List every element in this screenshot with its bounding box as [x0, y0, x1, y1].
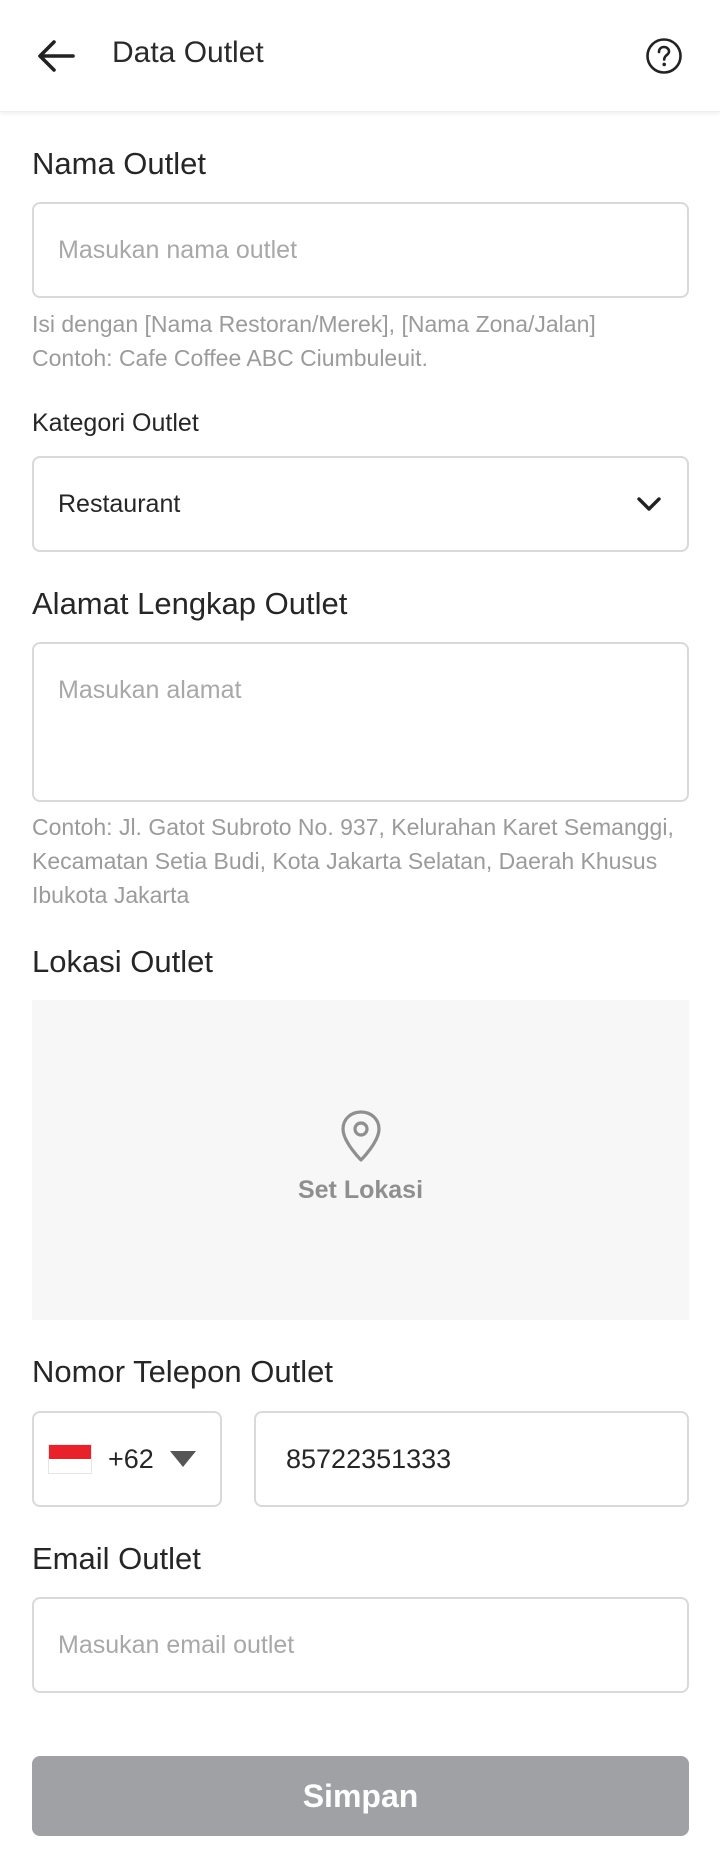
phone-field — [254, 1411, 689, 1507]
indonesia-flag-icon — [48, 1444, 92, 1474]
help-circle-icon — [646, 38, 682, 74]
nama-outlet-hint-line1: Isi dengan [Nama Restoran/Merek], [Nama … — [32, 311, 596, 337]
nama-outlet-hint-line2: Contoh: Cafe Coffee ABC Ciumbuleuit. — [32, 345, 428, 371]
kategori-outlet-label: Kategori Outlet — [32, 409, 199, 437]
email-input[interactable] — [34, 1599, 687, 1691]
lokasi-label: Lokasi Outlet — [32, 944, 213, 979]
simpan-button[interactable]: Simpan — [32, 1756, 689, 1836]
alamat-input[interactable] — [34, 644, 687, 800]
email-field — [32, 1597, 689, 1693]
page-title: Data Outlet — [112, 36, 264, 69]
nama-outlet-hint: Isi dengan [Nama Restoran/Merek], [Nama … — [32, 307, 692, 375]
alamat-field — [32, 642, 689, 802]
alamat-label: Alamat Lengkap Outlet — [32, 586, 348, 621]
set-lokasi-button[interactable]: Set Lokasi — [32, 1000, 689, 1320]
arrow-left-icon — [38, 40, 75, 72]
set-lokasi-label: Set Lokasi — [297, 1176, 424, 1204]
country-code: +62 — [108, 1443, 154, 1474]
country-code-picker[interactable]: +62 — [32, 1411, 222, 1507]
nama-outlet-field — [32, 202, 689, 298]
email-label: Email Outlet — [32, 1541, 201, 1576]
app-header: Data Outlet — [0, 0, 720, 112]
telepon-label: Nomor Telepon Outlet — [32, 1354, 333, 1389]
nama-outlet-label: Nama Outlet — [32, 146, 207, 181]
kategori-outlet-value: Restaurant — [58, 489, 181, 518]
phone-input[interactable] — [256, 1413, 687, 1505]
nama-outlet-input[interactable] — [34, 204, 687, 296]
alamat-hint: Contoh: Jl. Gatot Subroto No. 937, Kelur… — [32, 814, 674, 908]
caret-down-icon — [169, 1451, 196, 1467]
set-lokasi-content: Set Lokasi — [32, 1108, 689, 1205]
help-button[interactable] — [642, 34, 686, 78]
back-button[interactable] — [30, 32, 82, 80]
kategori-outlet-select[interactable]: Restaurant — [32, 456, 689, 552]
map-pin-icon — [340, 1110, 381, 1162]
chevron-down-icon — [635, 490, 663, 518]
